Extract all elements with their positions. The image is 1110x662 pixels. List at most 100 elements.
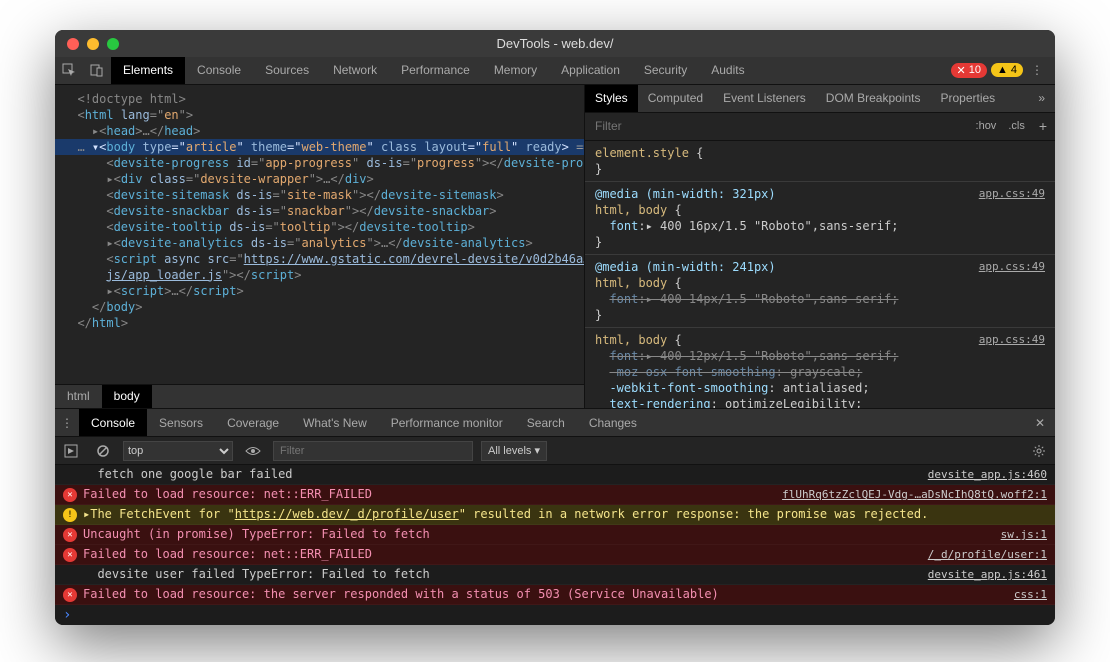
rule-source[interactable]: app.css:49 [979,332,1045,348]
styles-tab-event-listeners[interactable]: Event Listeners [713,85,816,112]
dom-line[interactable]: <devsite-tooltip ds-is="tooltip"></devsi… [55,219,584,235]
main-tab-performance[interactable]: Performance [389,57,482,83]
inspect-icon[interactable] [55,57,83,83]
window-title: DevTools - web.dev/ [55,36,1055,51]
maximize-icon[interactable] [107,38,119,50]
main-tab-application[interactable]: Application [549,57,632,83]
drawer-tab-what-s-new[interactable]: What's New [291,409,379,436]
console-message[interactable]: ✕Failed to load resource: net::ERR_FAILE… [55,485,1055,505]
rule-source[interactable]: app.css:49 [979,259,1045,275]
css-rule[interactable]: app.css:49@media (min-width: 241px)html,… [585,255,1055,328]
warn-count: 4 [1011,64,1017,76]
styles-filter-input[interactable] [585,119,970,133]
css-rule[interactable]: element.style {} [585,141,1055,182]
dom-line[interactable]: ▸<devsite-analytics ds-is="analytics">…<… [55,235,584,251]
dom-line[interactable]: ▸<div class="devsite-wrapper">…</div> [55,171,584,187]
main-tab-security[interactable]: Security [632,57,699,83]
dom-line[interactable]: js/app_loader.js"></script> [55,267,584,283]
dom-line[interactable]: <devsite-progress id="app-progress" ds-i… [55,155,584,171]
drawer-tab-changes[interactable]: Changes [577,409,649,436]
drawer-tab-strip: ⋮ConsoleSensorsCoverageWhat's NewPerform… [55,409,1055,437]
message-source[interactable]: sw.js:1 [991,525,1047,544]
devtools-window: DevTools - web.dev/ ElementsConsoleSourc… [55,30,1055,625]
css-rule[interactable]: app.css:49html, body { font:▸ 400 12px/1… [585,328,1055,408]
device-mode-icon[interactable] [83,57,111,83]
dom-line[interactable]: </html> [55,315,584,331]
styles-tab-styles[interactable]: Styles [585,85,638,112]
drawer: ⋮ConsoleSensorsCoverageWhat's NewPerform… [55,408,1055,625]
dom-line[interactable]: <script async src="https://www.gstatic.c… [55,251,584,267]
crumb-html[interactable]: html [55,385,102,408]
dom-line[interactable]: ▸<script>…</script> [55,283,584,299]
error-count: 10 [969,64,981,76]
drawer-tab-sensors[interactable]: Sensors [147,409,215,436]
styles-tab-dom-breakpoints[interactable]: DOM Breakpoints [816,85,931,112]
clear-console-icon[interactable] [91,439,115,463]
main-tab-network[interactable]: Network [321,57,389,83]
drawer-tab-console[interactable]: Console [79,409,147,436]
dom-line[interactable]: <devsite-snackbar ds-is="snackbar"></dev… [55,203,584,219]
log-level-select[interactable]: All levels ▾ [481,441,547,461]
execute-icon[interactable] [59,439,83,463]
more-tabs-icon[interactable]: » [1028,85,1055,112]
message-source[interactable]: devsite_app.js:461 [918,565,1047,584]
styles-filter-bar: :hov .cls + [585,113,1055,141]
console-message[interactable]: fetch one google bar faileddevsite_app.j… [55,465,1055,485]
error-icon: ✕ [63,548,77,562]
add-rule-icon[interactable]: + [1031,118,1055,134]
styles-rules[interactable]: element.style {}app.css:49@media (min-wi… [585,141,1055,408]
error-count-badge[interactable]: ✕ 10 [951,63,987,78]
rule-source[interactable]: app.css:49 [979,186,1045,202]
drawer-tab-coverage[interactable]: Coverage [215,409,291,436]
dom-line[interactable]: ▸<head>…</head> [55,123,584,139]
console-prompt[interactable]: › [55,605,1055,625]
message-source[interactable]: css:1 [1004,585,1047,604]
console-message[interactable]: devsite user failed TypeError: Failed to… [55,565,1055,585]
main-tab-elements[interactable]: Elements [111,57,185,83]
drawer-tab-search[interactable]: Search [515,409,577,436]
drawer-tab-performance-monitor[interactable]: Performance monitor [379,409,515,436]
elements-panel: <!doctype html> <html lang="en"> ▸<head>… [55,85,1055,408]
console-filter-input[interactable] [273,441,473,461]
dom-line[interactable]: <devsite-sitemask ds-is="site-mask"></de… [55,187,584,203]
dom-tree[interactable]: <!doctype html> <html lang="en"> ▸<head>… [55,85,584,384]
crumb-body[interactable]: body [102,385,152,408]
message-source[interactable]: flUhRq6tzZclQEJ-Vdg-…aDsNcIhQ8tQ.woff2:1 [772,485,1047,504]
console-message[interactable]: ✕ Failed to load resource: net::ERR_FAILE… [55,545,1055,565]
cls-toggle[interactable]: .cls [1002,120,1031,132]
styles-tab-computed[interactable]: Computed [638,85,713,112]
css-rule[interactable]: app.css:49@media (min-width: 321px)html,… [585,182,1055,255]
console-message[interactable]: !▸The FetchEvent for "https://web.dev/_d… [55,505,1055,525]
console-message[interactable]: ✕Uncaught (in promise) TypeError: Failed… [55,525,1055,545]
styles-tab-strip: StylesComputedEvent ListenersDOM Breakpo… [585,85,1055,113]
console-output[interactable]: fetch one google bar faileddevsite_app.j… [55,465,1055,605]
main-tab-sources[interactable]: Sources [253,57,321,83]
drawer-menu-icon[interactable]: ⋮ [55,409,79,436]
close-icon[interactable] [67,38,79,50]
styles-tab-properties[interactable]: Properties [930,85,1005,112]
dom-line[interactable]: … ▾<body type="article" theme="web-theme… [55,139,584,155]
error-icon: ✕ [63,488,77,502]
context-select[interactable]: top [123,441,233,461]
menu-icon[interactable]: ⋮ [1027,63,1047,77]
dom-line[interactable]: <!doctype html> [55,91,584,107]
main-tab-memory[interactable]: Memory [482,57,549,83]
message-text: Failed to load resource: net::ERR_FAILED [83,545,918,564]
hov-toggle[interactable]: :hov [970,120,1003,132]
dom-line[interactable]: </body> [55,299,584,315]
status-badges: ✕ 10 ▲ 4 ⋮ [951,57,1055,83]
main-tab-audits[interactable]: Audits [699,57,756,83]
eye-icon[interactable] [241,439,265,463]
message-source[interactable]: devsite_app.js:460 [918,465,1047,484]
dom-line[interactable]: <html lang="en"> [55,107,584,123]
window-controls [55,38,119,50]
warn-count-badge[interactable]: ▲ 4 [991,63,1023,77]
dom-panel: <!doctype html> <html lang="en"> ▸<head>… [55,85,585,408]
minimize-icon[interactable] [87,38,99,50]
message-source[interactable]: /_d/profile/user:1 [918,545,1047,564]
main-tab-console[interactable]: Console [185,57,253,83]
message-text: Uncaught (in promise) TypeError: Failed … [83,525,991,544]
close-drawer-icon[interactable]: ✕ [1025,409,1055,436]
console-message[interactable]: ✕Failed to load resource: the server res… [55,585,1055,605]
gear-icon[interactable] [1027,439,1051,463]
